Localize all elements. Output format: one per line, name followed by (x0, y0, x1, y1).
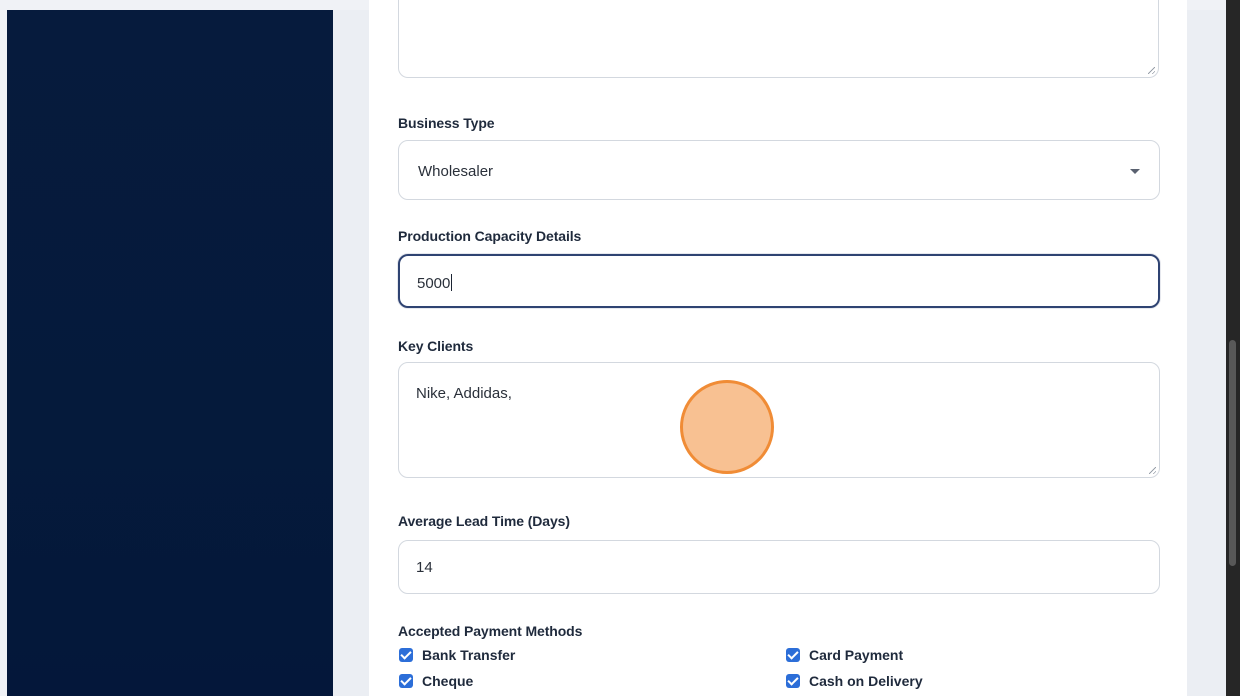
app-window: Business Type Wholesaler Production Capa… (0, 0, 1240, 696)
text-cursor (451, 274, 453, 291)
checkbox-label: Card Payment (809, 647, 904, 663)
key-clients-label: Key Clients (398, 338, 474, 354)
checkbox-bank-transfer[interactable]: Bank Transfer (399, 646, 515, 664)
checkbox-checked-icon[interactable] (786, 648, 800, 662)
resize-grip-icon[interactable] (1149, 467, 1156, 474)
sidebar (7, 10, 333, 696)
business-type-select[interactable]: Wholesaler (398, 140, 1160, 200)
key-clients-value: Nike, Addidas, (416, 385, 512, 402)
lead-time-value: 14 (416, 559, 433, 576)
previous-textarea[interactable] (398, 0, 1159, 78)
checkbox-card-payment[interactable]: Card Payment (786, 646, 903, 664)
chevron-down-icon (1130, 169, 1140, 174)
business-type-label: Business Type (398, 115, 495, 131)
left-gutter (0, 0, 7, 696)
scrollbar-track[interactable] (1226, 0, 1240, 696)
checkbox-label: Bank Transfer (422, 647, 516, 663)
click-indicator (680, 380, 774, 474)
payment-methods-label: Accepted Payment Methods (398, 623, 583, 639)
checkbox-checked-icon[interactable] (786, 674, 800, 688)
scrollbar-thumb[interactable] (1229, 340, 1236, 566)
checkbox-checked-icon[interactable] (399, 674, 413, 688)
checkbox-checked-icon[interactable] (399, 648, 413, 662)
checkbox-cheque[interactable]: Cheque (399, 672, 473, 690)
business-type-value: Wholesaler (418, 163, 494, 180)
checkbox-label: Cash on Delivery (809, 673, 923, 689)
checkbox-cash-on-delivery[interactable]: Cash on Delivery (786, 672, 923, 690)
production-capacity-label: Production Capacity Details (398, 228, 582, 244)
production-capacity-value: 5000 (417, 274, 453, 292)
production-capacity-input[interactable]: 5000 (398, 254, 1160, 308)
resize-grip-icon[interactable] (1148, 67, 1155, 74)
key-clients-textarea[interactable]: Nike, Addidas, (398, 362, 1160, 478)
lead-time-input[interactable]: 14 (398, 540, 1160, 594)
checkbox-label: Cheque (422, 673, 474, 689)
lead-time-label: Average Lead Time (Days) (398, 513, 570, 529)
